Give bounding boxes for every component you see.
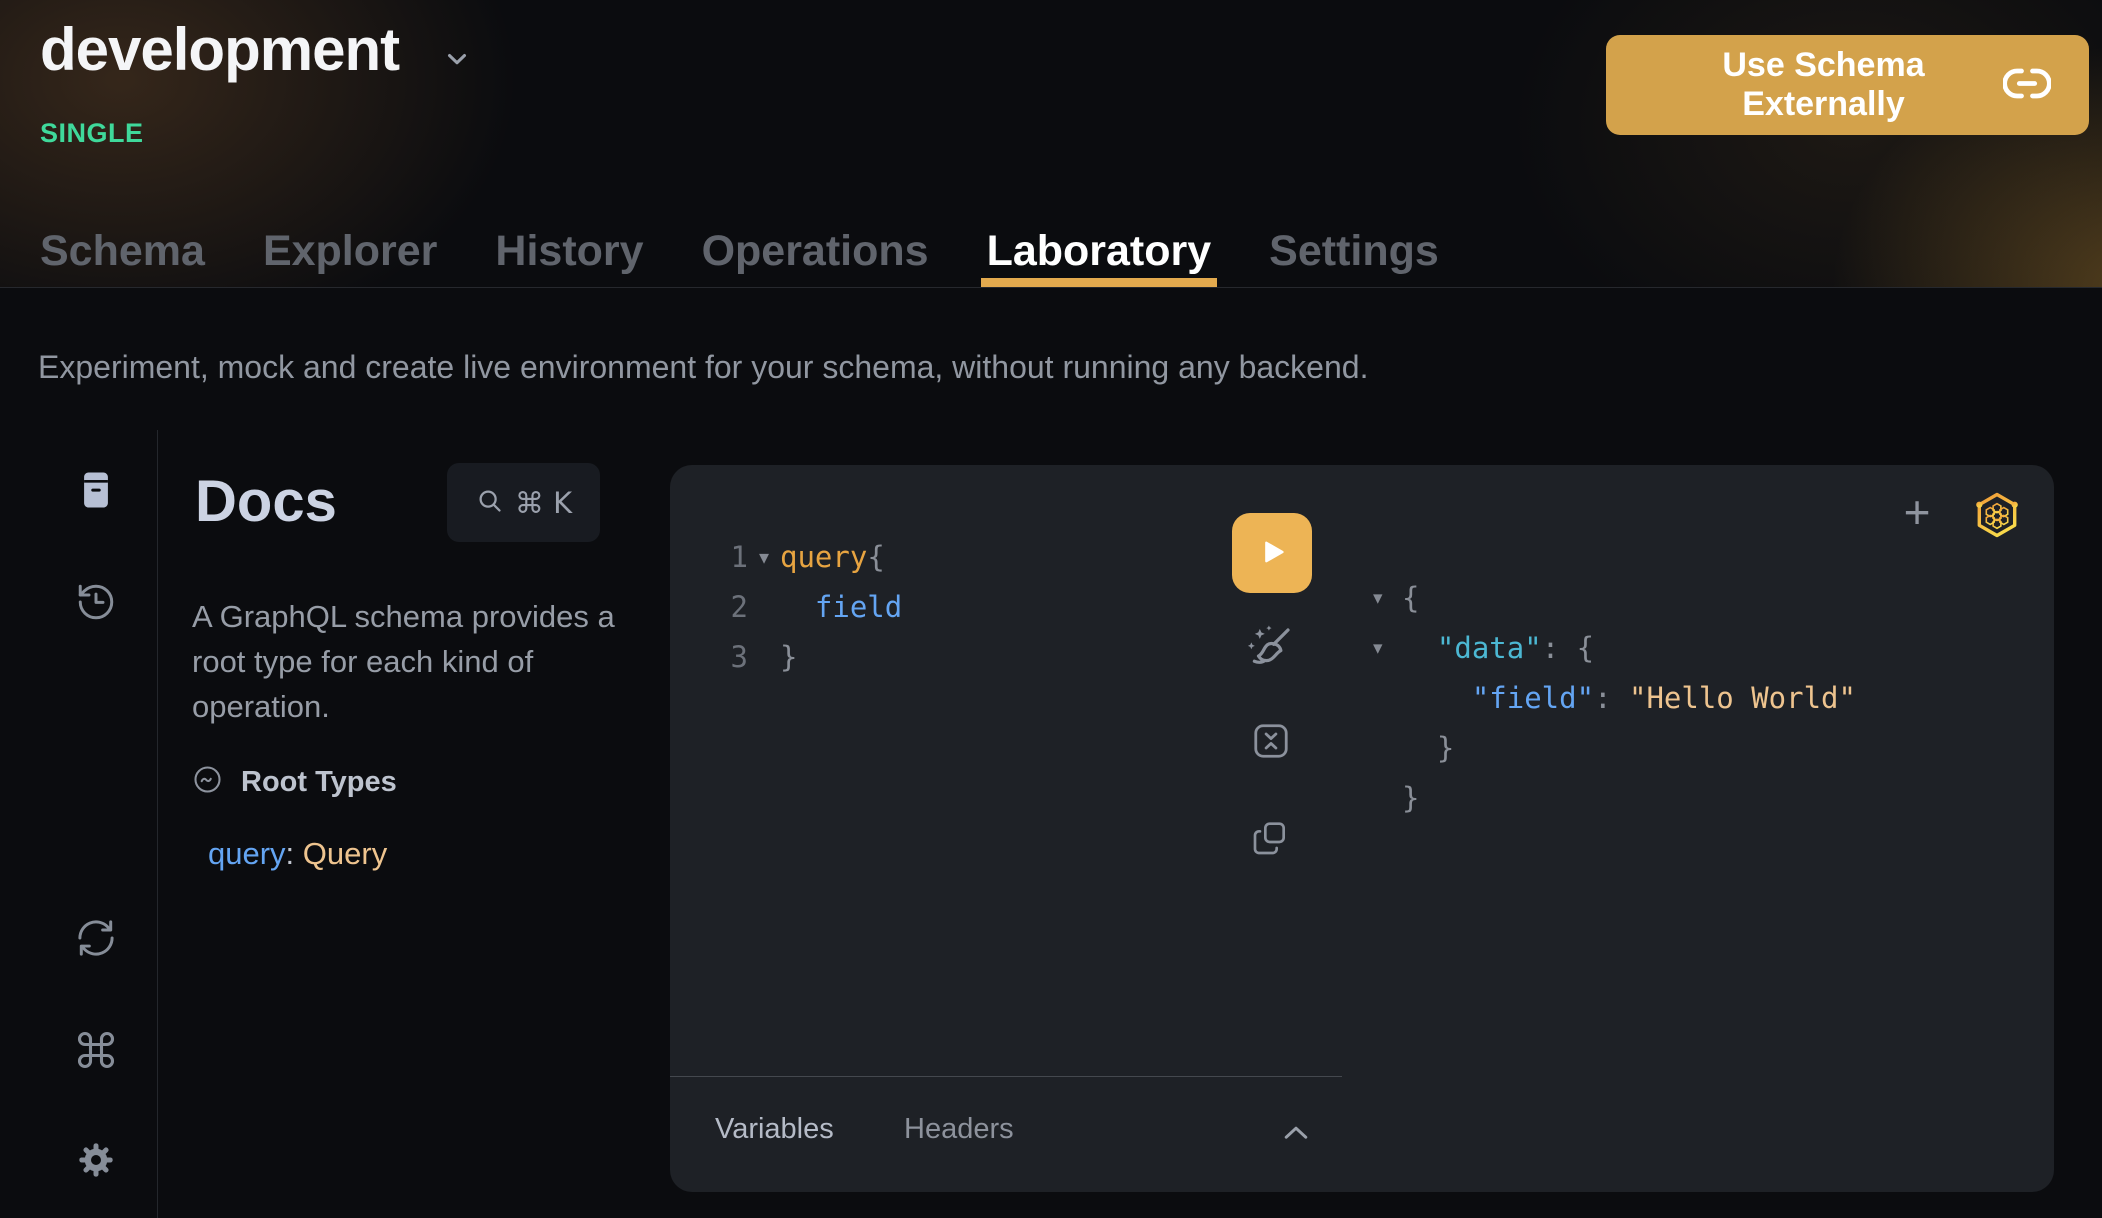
line-number: 3	[712, 632, 748, 682]
root-type-entry: query: Query	[208, 836, 387, 872]
execute-query-button[interactable]	[1232, 513, 1312, 593]
hive-logo-icon[interactable]	[1973, 491, 2021, 539]
docs-book-icon[interactable]	[74, 468, 118, 512]
use-schema-externally-button[interactable]: Use Schema Externally	[1606, 35, 2089, 135]
toolbar-divider	[157, 430, 158, 1218]
prettify-button[interactable]	[1244, 623, 1296, 675]
docs-title: Docs	[195, 468, 337, 535]
page-tabs: Schema Explorer History Operations Labor…	[40, 214, 1439, 288]
docs-description: A GraphQL schema provides a root type fo…	[192, 594, 632, 729]
tab-history[interactable]: History	[495, 214, 643, 288]
fold-arrow-icon[interactable]: ▾	[1373, 573, 1402, 623]
query-line: 2 field	[712, 582, 902, 632]
tab-variables[interactable]: Variables	[715, 1113, 834, 1146]
project-switcher-chevron-down-icon[interactable]	[442, 44, 472, 74]
tab-laboratory[interactable]: Laboratory	[987, 214, 1212, 288]
graphiql-panel: 1 ▾ query { 2 field 3 }	[670, 465, 2054, 1192]
copy-query-button[interactable]	[1250, 817, 1292, 859]
root-type-field-link[interactable]: query	[208, 836, 286, 871]
search-icon	[475, 486, 505, 519]
link-icon	[2003, 67, 2051, 103]
docs-search-button[interactable]: ⌘ K	[447, 463, 600, 542]
collapse-merge-icon	[1250, 720, 1292, 765]
query-editor[interactable]: 1 ▾ query { 2 field 3 }	[712, 532, 902, 682]
root-types-label: Root Types	[241, 766, 397, 799]
root-types-section: Root Types	[192, 764, 397, 800]
query-line: 3 }	[712, 632, 902, 682]
merge-fragments-button[interactable]	[1250, 721, 1292, 763]
response-line: ▾ {	[1373, 573, 1856, 623]
settings-gear-icon[interactable]	[74, 1138, 118, 1182]
root-type-type-link[interactable]: Query	[303, 836, 387, 871]
editor-footer-divider	[670, 1076, 1342, 1077]
tab-explorer[interactable]: Explorer	[263, 214, 437, 288]
prettify-sparkle-brush-icon	[1244, 622, 1296, 677]
copy-icon	[1251, 817, 1291, 860]
fold-arrow-icon[interactable]: ▾	[1373, 623, 1402, 673]
play-icon	[1254, 534, 1290, 573]
laboratory-page: development SINGLE Use Schema Externally…	[0, 0, 2102, 1218]
response-line: ▾ "data" : {	[1373, 623, 1856, 673]
chevron-up-icon[interactable]	[1278, 1115, 1314, 1151]
line-number: 1	[712, 532, 748, 582]
tab-settings[interactable]: Settings	[1269, 214, 1439, 288]
response-viewer: ▾ { ▾ "data" : { "field" : "Hello World"	[1373, 573, 1856, 823]
project-title: development	[40, 14, 399, 86]
keyboard-shortcuts-icon[interactable]	[74, 1028, 118, 1072]
search-shortcut-label: ⌘ K	[515, 486, 572, 520]
response-line: }	[1373, 773, 1856, 823]
page-subtitle: Experiment, mock and create live environ…	[38, 349, 1368, 386]
add-tab-button[interactable]: +	[1894, 489, 1940, 535]
response-line: }	[1373, 723, 1856, 773]
circle-tilde-icon	[192, 764, 223, 800]
tab-headers[interactable]: Headers	[904, 1113, 1014, 1146]
response-line: "field" : "Hello World"	[1373, 673, 1856, 723]
use-schema-externally-label: Use Schema Externally	[1644, 46, 2003, 124]
refresh-schema-icon[interactable]	[74, 916, 118, 960]
root-type-separator: :	[286, 836, 303, 871]
query-line: 1 ▾ query {	[712, 532, 902, 582]
fold-arrow-icon[interactable]: ▾	[748, 532, 780, 582]
page-header: development SINGLE Use Schema Externally…	[0, 0, 2102, 288]
history-icon[interactable]	[74, 580, 118, 624]
environment-badge: SINGLE	[40, 118, 144, 149]
line-number: 2	[712, 582, 748, 632]
tab-schema[interactable]: Schema	[40, 214, 205, 288]
tab-operations[interactable]: Operations	[702, 214, 929, 288]
